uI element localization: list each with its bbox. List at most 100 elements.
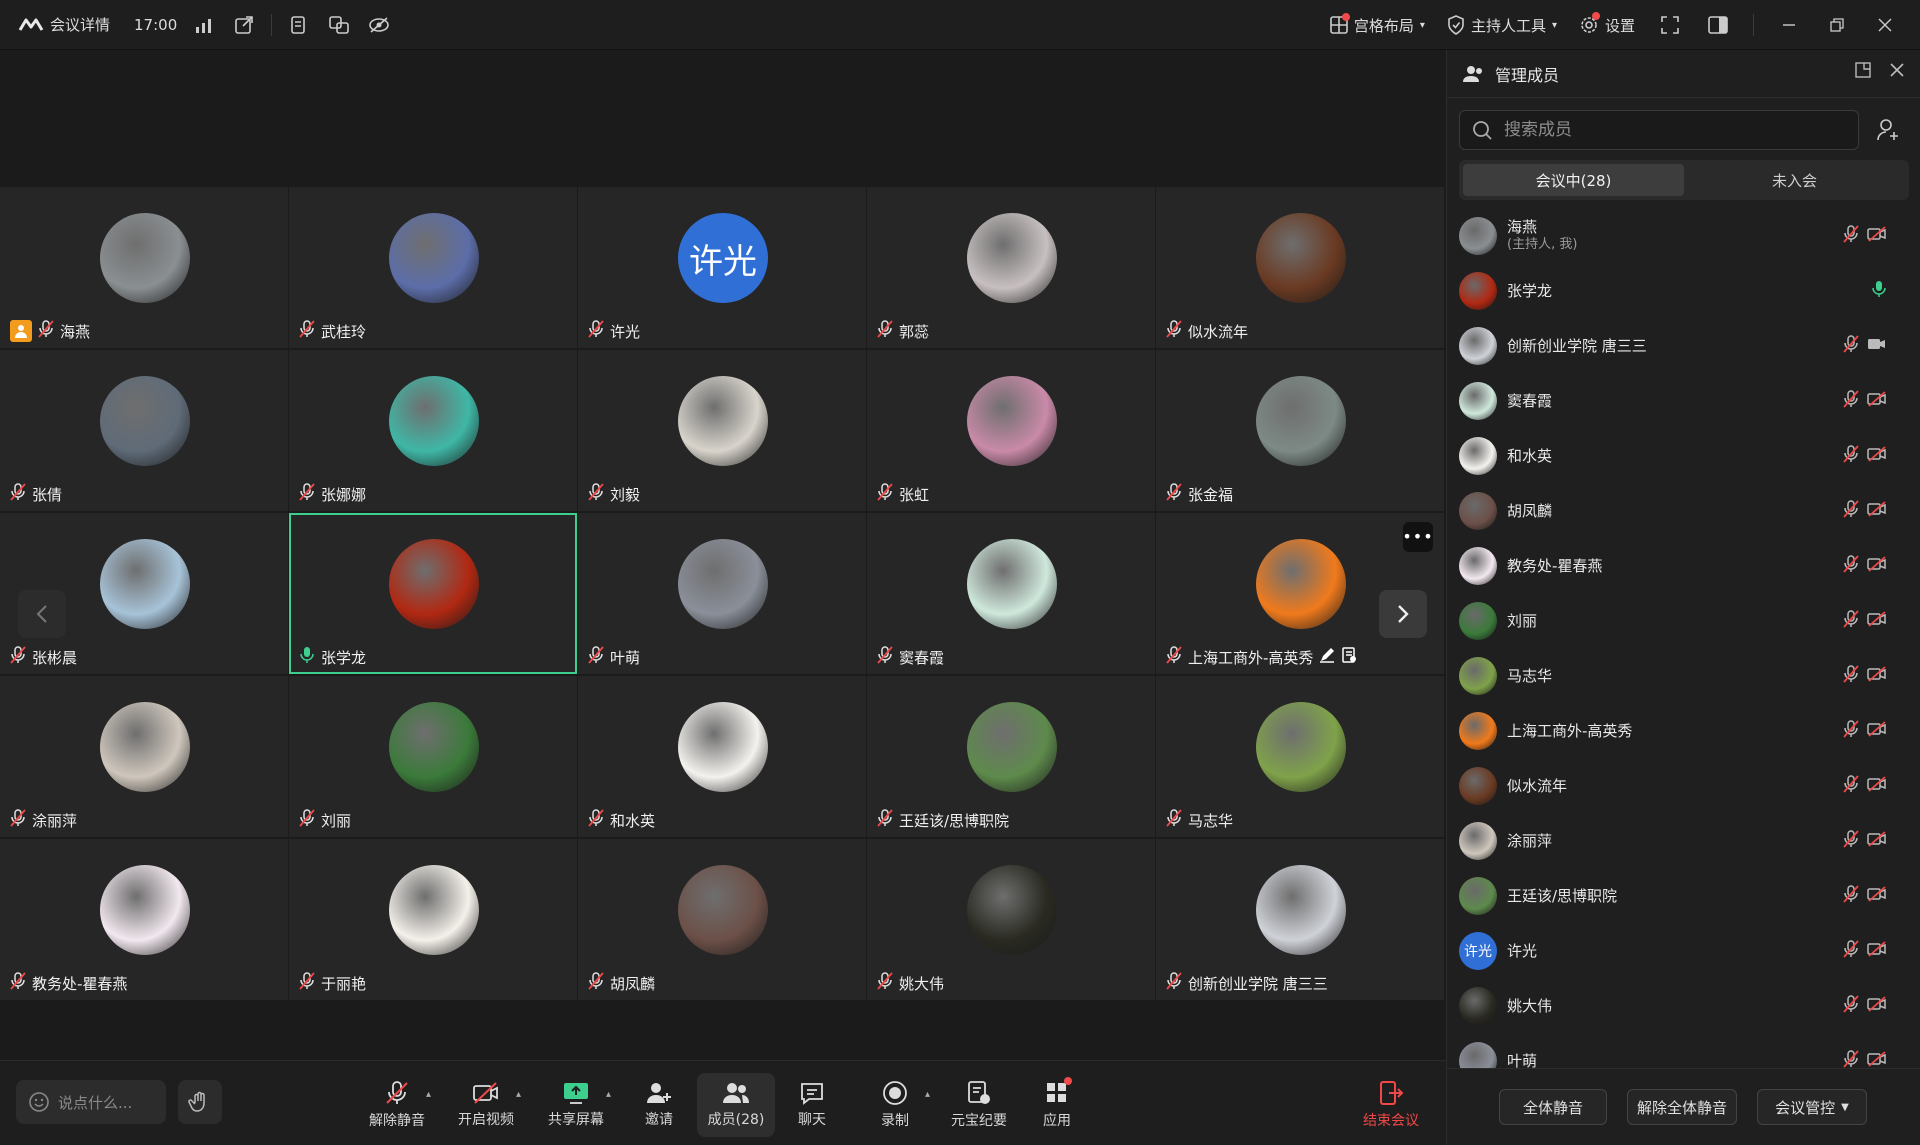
video-tile[interactable]: 马志华: [1156, 676, 1444, 837]
camera-off-icon[interactable]: [1867, 775, 1887, 796]
mic-muted-icon[interactable]: [1843, 829, 1859, 852]
mic-muted-icon[interactable]: [1843, 499, 1859, 522]
mic-muted-icon[interactable]: [1843, 334, 1859, 357]
member-row[interactable]: 叶萌: [1447, 1033, 1920, 1068]
member-row[interactable]: 似水流年: [1447, 758, 1920, 813]
camera-off-icon[interactable]: [1867, 390, 1887, 411]
camera-off-icon[interactable]: [1867, 500, 1887, 521]
meeting-control-button[interactable]: 会议管控 ▼: [1757, 1089, 1867, 1125]
video-tile[interactable]: 张虹: [867, 350, 1155, 511]
member-row[interactable]: 王廷该/思博职院: [1447, 868, 1920, 923]
record-button[interactable]: 录制: [856, 1073, 934, 1137]
mic-muted-icon[interactable]: [1843, 609, 1859, 632]
video-tile[interactable]: 郭蕊: [867, 187, 1155, 348]
camera-off-icon[interactable]: [1867, 665, 1887, 686]
raise-hand-button[interactable]: [178, 1080, 222, 1124]
mic-muted-icon[interactable]: [1843, 444, 1859, 467]
video-tile[interactable]: 于丽艳: [289, 839, 577, 1000]
popout-icon[interactable]: [1855, 62, 1871, 82]
camera-off-icon[interactable]: [1867, 1050, 1887, 1069]
prev-page-button[interactable]: [18, 590, 66, 638]
mic-muted-icon[interactable]: [1843, 774, 1859, 797]
mic-on-icon[interactable]: [1871, 280, 1887, 302]
mic-muted-icon[interactable]: [1843, 994, 1859, 1017]
minimize-icon[interactable]: [1776, 12, 1802, 38]
camera-off-icon[interactable]: [1867, 995, 1887, 1016]
video-tile[interactable]: 刘丽: [289, 676, 577, 837]
unmute-button[interactable]: 解除静音: [358, 1073, 436, 1137]
video-tile[interactable]: 教务处-瞿春燕: [0, 839, 288, 1000]
hide-icon[interactable]: [366, 12, 392, 38]
member-row[interactable]: 上海工商外-高英秀: [1447, 703, 1920, 758]
tab-in-meeting[interactable]: 会议中(28): [1463, 164, 1684, 196]
camera-off-icon[interactable]: [1867, 940, 1887, 961]
mic-muted-icon[interactable]: [1843, 554, 1859, 577]
more-options-button[interactable]: •••: [1402, 522, 1433, 552]
next-page-button[interactable]: [1379, 590, 1427, 638]
camera-off-icon[interactable]: [1867, 555, 1887, 576]
camera-off-icon[interactable]: [1867, 445, 1887, 466]
mic-muted-icon[interactable]: [1843, 389, 1859, 412]
member-row[interactable]: 创新创业学院 唐三三: [1447, 318, 1920, 373]
chevron-up-icon[interactable]: ▴: [925, 1089, 930, 1100]
video-tile[interactable]: 张倩: [0, 350, 288, 511]
fullscreen-icon[interactable]: [1657, 12, 1683, 38]
meeting-info-button[interactable]: 会议详情: [18, 14, 110, 35]
restore-icon[interactable]: [1824, 12, 1850, 38]
mic-muted-icon[interactable]: [1843, 1049, 1859, 1069]
member-row[interactable]: 张学龙: [1447, 263, 1920, 318]
chevron-up-icon[interactable]: ▴: [426, 1089, 431, 1100]
search-input[interactable]: [1502, 119, 1822, 141]
tab-not-joined[interactable]: 未入会: [1684, 164, 1905, 196]
end-meeting-button[interactable]: 结束会议: [1352, 1073, 1430, 1137]
video-tile[interactable]: 张金福: [1156, 350, 1444, 511]
camera-off-icon[interactable]: [1867, 830, 1887, 851]
ai-summary-button[interactable]: 元宝纪要: [940, 1073, 1018, 1137]
quick-chat-input[interactable]: 说点什么...: [16, 1080, 166, 1124]
chevron-up-icon[interactable]: ▴: [516, 1089, 521, 1100]
translate-icon[interactable]: [326, 12, 352, 38]
video-tile[interactable]: 张学龙: [289, 513, 577, 674]
sidebar-toggle-icon[interactable]: [1705, 12, 1731, 38]
video-tile[interactable]: 窦春霞: [867, 513, 1155, 674]
member-row[interactable]: 马志华: [1447, 648, 1920, 703]
share-out-icon[interactable]: [231, 12, 257, 38]
member-row[interactable]: 海燕 (主持人, 我): [1447, 208, 1920, 263]
member-row[interactable]: 姚大伟: [1447, 978, 1920, 1033]
document-icon[interactable]: [286, 12, 312, 38]
video-tile[interactable]: 姚大伟: [867, 839, 1155, 1000]
video-tile[interactable]: 创新创业学院 唐三三: [1156, 839, 1444, 1000]
member-row[interactable]: 教务处-瞿春燕: [1447, 538, 1920, 593]
invite-button[interactable]: 邀请: [620, 1073, 698, 1137]
member-row[interactable]: 窦春霞: [1447, 373, 1920, 428]
mute-all-button[interactable]: 全体静音: [1499, 1089, 1607, 1125]
member-row[interactable]: 许光 许光: [1447, 923, 1920, 978]
video-tile[interactable]: 叶萌: [578, 513, 866, 674]
video-tile[interactable]: 似水流年: [1156, 187, 1444, 348]
chat-button[interactable]: 聊天: [773, 1073, 851, 1137]
member-row[interactable]: 涂丽萍: [1447, 813, 1920, 868]
host-tools-button[interactable]: 主持人工具 ▾: [1447, 15, 1557, 36]
mic-muted-icon[interactable]: [1843, 884, 1859, 907]
camera-off-icon[interactable]: [1867, 225, 1887, 246]
mic-muted-icon[interactable]: [1843, 939, 1859, 962]
settings-button[interactable]: 设置: [1579, 12, 1635, 36]
members-button[interactable]: 成员(28): [697, 1073, 775, 1137]
camera-off-icon[interactable]: [1867, 610, 1887, 631]
video-tile[interactable]: 许光 许光: [578, 187, 866, 348]
video-tile[interactable]: 涂丽萍: [0, 676, 288, 837]
video-button[interactable]: 开启视频: [447, 1073, 525, 1137]
camera-off-icon[interactable]: [1867, 885, 1887, 906]
share-screen-button[interactable]: 共享屏幕: [537, 1073, 615, 1137]
unmute-all-button[interactable]: 解除全体静音: [1627, 1089, 1737, 1125]
video-tile[interactable]: 武桂玲: [289, 187, 577, 348]
video-tile[interactable]: 张娜娜: [289, 350, 577, 511]
close-icon[interactable]: [1872, 12, 1898, 38]
mic-muted-icon[interactable]: [1843, 224, 1859, 247]
chevron-up-icon[interactable]: ▴: [606, 1089, 611, 1100]
apps-button[interactable]: 应用: [1018, 1073, 1096, 1137]
video-tile[interactable]: 海燕: [0, 187, 288, 348]
invite-member-button[interactable]: [1868, 110, 1908, 150]
video-tile[interactable]: 和水英: [578, 676, 866, 837]
member-row[interactable]: 和水英: [1447, 428, 1920, 483]
